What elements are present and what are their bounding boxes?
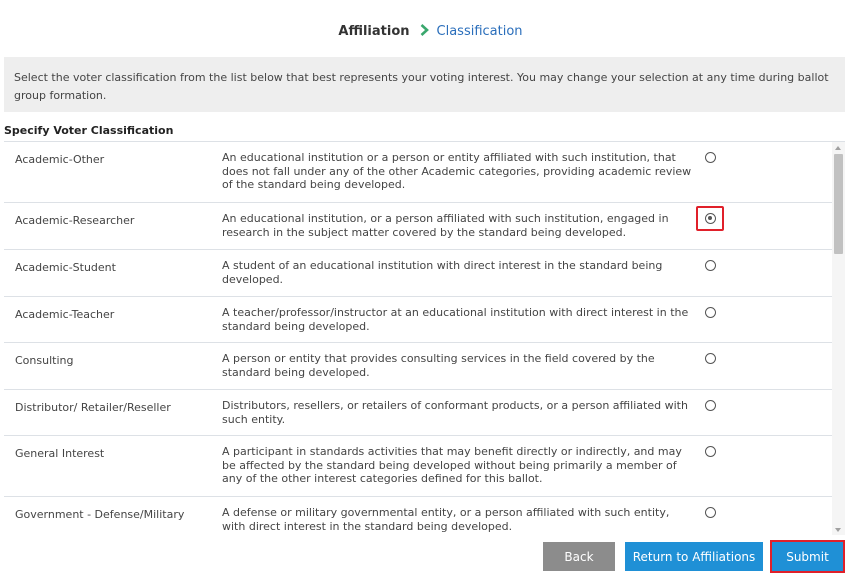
- classification-description: A defense or military governmental entit…: [222, 506, 670, 533]
- classification-description: A participant in standards activities th…: [222, 445, 682, 485]
- classification-row: Academic-Researcher An educational insti…: [4, 203, 832, 250]
- scroll-down-arrow-icon[interactable]: [835, 528, 841, 532]
- classification-name: General Interest: [15, 447, 105, 460]
- classification-name: Academic-Other: [15, 153, 105, 166]
- classification-name: Distributor/ Retailer/Reseller: [15, 401, 171, 414]
- classification-row: Academic-Teacher A teacher/professor/ins…: [4, 297, 832, 343]
- classification-radio[interactable]: [705, 307, 716, 318]
- classification-description: A teacher/professor/instructor at an edu…: [222, 306, 689, 333]
- classification-name: Academic-Student: [15, 261, 116, 274]
- scroll-thumb[interactable]: [834, 154, 843, 254]
- classification-description: A person or entity that provides consult…: [222, 352, 655, 379]
- submit-button[interactable]: Submit: [770, 540, 845, 573]
- classification-radio[interactable]: [705, 507, 716, 518]
- classification-row: General Interest A participant in standa…: [4, 436, 832, 497]
- classification-radio[interactable]: [705, 353, 716, 364]
- classification-row: Distributor/ Retailer/Reseller Distribut…: [4, 390, 832, 436]
- classification-radio-selected[interactable]: [705, 213, 716, 224]
- classification-row: Academic-Student A student of an educati…: [4, 250, 832, 297]
- classification-row: Academic-Other An educational institutio…: [4, 142, 832, 203]
- intro-text: Select the voter classification from the…: [4, 57, 845, 112]
- classification-row: Government - Defense/Military A defense …: [4, 497, 832, 535]
- classification-name: Government - Defense/Military: [15, 508, 185, 521]
- vertical-scrollbar[interactable]: [832, 142, 845, 535]
- back-button[interactable]: Back: [543, 542, 615, 571]
- breadcrumb-affiliation[interactable]: Affiliation: [338, 24, 409, 39]
- classification-radio[interactable]: [705, 446, 716, 457]
- classification-list: Academic-Other An educational institutio…: [4, 141, 845, 535]
- classification-row: Consulting A person or entity that provi…: [4, 343, 832, 390]
- breadcrumb-classification: Classification: [436, 24, 523, 39]
- section-title: Specify Voter Classification: [4, 124, 174, 137]
- classification-radio[interactable]: [705, 400, 716, 411]
- classification-radio[interactable]: [705, 260, 716, 271]
- chevron-right-icon: [420, 24, 429, 36]
- classification-name: Consulting: [15, 354, 74, 367]
- classification-radio[interactable]: [705, 152, 716, 163]
- classification-description: Distributors, resellers, or retailers of…: [222, 399, 688, 426]
- classification-name: Academic-Teacher: [15, 308, 115, 321]
- breadcrumb: Affiliation Classification: [0, 24, 861, 39]
- scroll-up-arrow-icon[interactable]: [835, 146, 841, 150]
- return-to-affiliations-button[interactable]: Return to Affiliations: [625, 542, 763, 571]
- classification-description: An educational institution, or a person …: [222, 212, 669, 239]
- classification-name: Academic-Researcher: [15, 214, 135, 227]
- classification-description: An educational institution or a person o…: [222, 151, 692, 191]
- classification-description: A student of an educational institution …: [222, 259, 663, 286]
